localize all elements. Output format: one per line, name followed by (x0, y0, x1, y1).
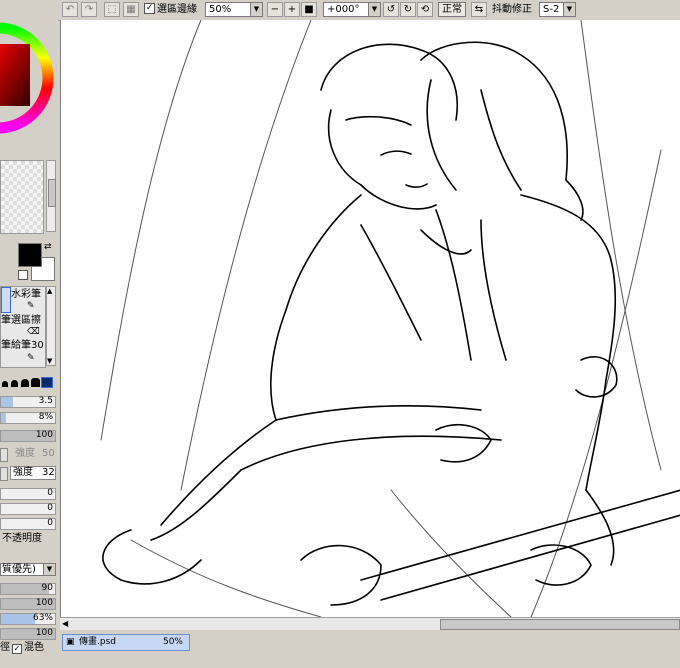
chevron-down-icon: ▼ (566, 5, 573, 13)
flip-view-button[interactable]: ⇆ (471, 2, 487, 17)
rotate-left-icon: ↺ (386, 4, 396, 15)
brush-shape-row (0, 376, 58, 390)
mix-checkbox[interactable]: ✓ (12, 642, 22, 654)
scroll-left-icon[interactable]: ◀ (62, 619, 68, 628)
plus-icon: + (287, 4, 297, 15)
undo-icon: ↶ (65, 4, 75, 15)
flip-icon: ⇆ (474, 4, 484, 15)
keep-opacity-label[interactable]: 不透明度 (2, 533, 42, 545)
zoom-reset-button[interactable]: ■ (301, 2, 317, 17)
trailing-label: 徑 (0, 642, 10, 653)
reset-rotation-button[interactable]: ⟲ (417, 2, 433, 17)
blend-slider[interactable]: 0 (0, 488, 56, 500)
line-art-illustration (100, 20, 680, 617)
check-icon: ✓ (13, 644, 21, 653)
brush-pen-partial[interactable]: 筆 (1, 315, 11, 326)
brush-shape-4[interactable] (31, 378, 40, 387)
strength-label: 強度 (15, 448, 35, 459)
dilution-slider[interactable]: 0 (0, 503, 56, 515)
min-size-slider[interactable]: 8% (0, 412, 56, 424)
canvas-horizontal-scrollbar[interactable]: ◀ (60, 617, 680, 630)
chevron-down-icon: ▼ (46, 565, 53, 573)
redo-button[interactable]: ↷ (81, 2, 97, 17)
rotate-left-button[interactable]: ↺ (383, 2, 399, 17)
invert-selection-button[interactable]: ▦ (123, 2, 139, 17)
stabilizer-combo[interactable]: S-2 (539, 2, 564, 17)
undo-button[interactable]: ↶ (62, 2, 78, 17)
zoom-combo[interactable]: 50% (205, 2, 253, 17)
eraser-icon: ⌫ (27, 327, 40, 337)
brush-watercolor[interactable]: 水彩筆 (11, 289, 41, 300)
deselect-button[interactable]: ⬚ (104, 2, 120, 17)
strength2-label: 強度 (13, 467, 33, 478)
blend-mode-button[interactable]: 正常 (438, 2, 466, 17)
swatch-scrollbar[interactable] (46, 160, 56, 232)
file-tab[interactable]: ▣ 傳畫.psd 50% (62, 634, 190, 651)
persistence-slider[interactable]: 0 (0, 518, 56, 530)
brush-grid: 水彩筆 筆 選區擦 筆 給筆30 ✎ ⌫ ✎ (0, 286, 46, 368)
quality-combo[interactable]: 質優先) (0, 563, 44, 576)
selected-brush[interactable] (1, 287, 11, 313)
reset-rotation-icon: ⟲ (420, 4, 430, 15)
rotation-combo[interactable]: +000° (323, 2, 371, 17)
texture-slider[interactable]: 90 (0, 583, 56, 595)
stabilizer-label: 抖動修正 (492, 4, 532, 15)
size-slider[interactable]: 3.5 (0, 396, 56, 408)
brush-icon: ✎ (27, 353, 35, 363)
check-icon: ✓ (145, 3, 154, 13)
brush-icon: ✎ (27, 301, 35, 311)
density-slider[interactable]: 100 (0, 430, 56, 442)
scroll-thumb[interactable] (48, 179, 56, 207)
strength2-toggle[interactable] (0, 467, 8, 481)
edge-slider[interactable]: 100 (0, 598, 56, 610)
primary-color[interactable] (18, 243, 42, 267)
file-zoom: 50% (162, 637, 183, 647)
file-icon: ▣ (66, 637, 75, 647)
zoom-dropdown-button[interactable]: ▼ (250, 2, 263, 17)
strength2-value: 32 (42, 467, 55, 478)
zoom-out-button[interactable]: − (267, 2, 283, 17)
scroll-up-icon[interactable]: ▲ (47, 287, 52, 295)
scroll-down-icon[interactable]: ▼ (47, 357, 52, 365)
brush-shape-selected[interactable] (41, 377, 53, 388)
selection-outline-checkbox[interactable]: ✓ (144, 3, 155, 14)
zoom-in-button[interactable]: + (284, 2, 300, 17)
selection-icon: ▦ (126, 4, 136, 15)
pressure-max-slider[interactable]: 100 (0, 628, 56, 640)
saturation-square[interactable] (0, 44, 30, 106)
mix-label: 混色 (24, 642, 44, 653)
swap-colors-icon[interactable]: ⇄ (44, 242, 52, 252)
color-wheel[interactable] (0, 20, 58, 146)
brush-shape-3[interactable] (21, 379, 29, 387)
chevron-down-icon: ▼ (253, 5, 260, 13)
deselect-icon: ⬚ (107, 4, 117, 15)
brush-pen-partial-2[interactable]: 筆 (1, 340, 11, 351)
reset-zoom-icon: ■ (304, 4, 314, 15)
top-toolbar: ↶ ↷ ⬚ ▦ ✓ 選區邊緣 50% ▼ − + ■ +000° ▼ ↺ ↻ ⟲… (0, 0, 680, 21)
redo-icon: ↷ (84, 4, 94, 15)
swatch-grid[interactable] (0, 160, 44, 234)
drawing-canvas[interactable] (60, 20, 680, 617)
brush-grid-scrollbar[interactable]: ▲ ▼ (46, 286, 56, 366)
left-panel: ⇄ 水彩筆 筆 選區擦 筆 給筆30 ✎ ⌫ ✎ ▲ ▼ 3.5 8% 100 … (0, 20, 58, 668)
stabilizer-dropdown-button[interactable]: ▼ (563, 2, 576, 17)
brush-shape-2[interactable] (11, 380, 18, 387)
file-name: 傳畫.psd (79, 637, 116, 647)
brush-shape-1[interactable] (2, 381, 8, 387)
selection-outline-label: 選區邊緣 (157, 4, 197, 15)
strength-value: 50 (42, 448, 55, 459)
brush-size-30[interactable]: 給筆30 (11, 340, 44, 351)
chevron-down-icon: ▼ (371, 5, 378, 13)
quality-dropdown-button[interactable]: ▼ (43, 563, 56, 576)
strength-toggle[interactable] (0, 448, 8, 462)
scroll-thumb[interactable] (440, 619, 680, 630)
minus-icon: − (270, 4, 280, 15)
brush-select-pen[interactable]: 選區擦 (11, 315, 41, 326)
transparent-color-icon[interactable] (18, 270, 28, 280)
pressure-slider[interactable]: 63% (0, 613, 56, 625)
rotate-right-button[interactable]: ↻ (400, 2, 416, 17)
rotate-right-icon: ↻ (403, 4, 413, 15)
rotation-dropdown-button[interactable]: ▼ (368, 2, 381, 17)
